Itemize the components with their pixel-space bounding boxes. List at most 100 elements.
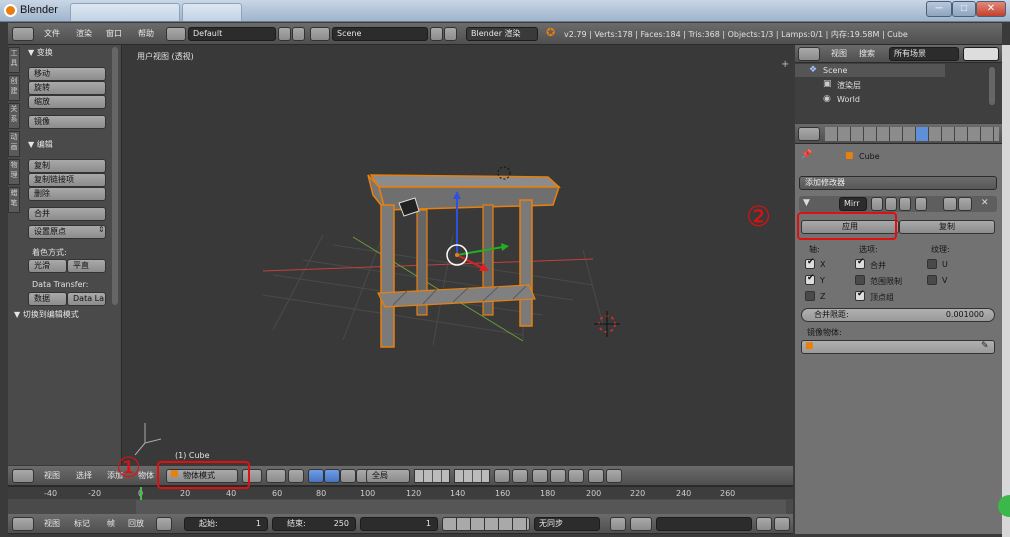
- tool-shelf-scrollbar[interactable]: [112, 47, 118, 305]
- menu-window[interactable]: 窗口: [106, 23, 122, 45]
- timeline-menu-frame[interactable]: 帧: [107, 513, 115, 535]
- menu-render[interactable]: 渲染: [76, 23, 92, 45]
- timeline-menu-marker[interactable]: 标记: [74, 513, 90, 535]
- texture-v-checkbox[interactable]: [927, 275, 937, 285]
- scene-selector[interactable]: Scene: [332, 27, 428, 41]
- frame-start-field[interactable]: 起始: 1: [184, 517, 268, 531]
- menu-help[interactable]: 帮助: [138, 23, 154, 45]
- copy-modifier-button[interactable]: 复制: [899, 220, 995, 234]
- current-frame-field[interactable]: 1: [360, 517, 438, 531]
- transform-panel-header[interactable]: ▼ 变换: [28, 47, 53, 58]
- cube-table-object[interactable]: [367, 174, 561, 348]
- scene-add-button[interactable]: [430, 27, 443, 41]
- outliner-menu-search[interactable]: 搜索: [859, 43, 875, 65]
- opengl-render-anim-icon[interactable]: [606, 469, 622, 483]
- axis-x-checkbox[interactable]: [805, 257, 815, 269]
- delete-button[interactable]: 删除: [28, 187, 106, 201]
- frame-end-field[interactable]: 结束: 250: [272, 517, 356, 531]
- eyedropper-icon[interactable]: ✎: [981, 341, 989, 351]
- viewport-menu-select[interactable]: 选择: [76, 465, 92, 487]
- modifier-viewport-toggle-icon[interactable]: [885, 197, 897, 211]
- editor-type-info-button[interactable]: [12, 27, 34, 41]
- modifier-name-field[interactable]: Mirr: [839, 197, 867, 211]
- delete-keyframe-icon[interactable]: [774, 517, 790, 531]
- option-merge-checkbox[interactable]: [855, 257, 865, 269]
- texture-u-checkbox[interactable]: [927, 259, 937, 269]
- set-origin-dropdown[interactable]: 设置原点: [28, 225, 106, 239]
- record-icon[interactable]: [610, 517, 626, 531]
- pin-icon[interactable]: 📌: [801, 150, 812, 160]
- timeline-menu-playback[interactable]: 回放: [128, 513, 144, 535]
- modifier-cage-toggle-icon[interactable]: [915, 197, 927, 211]
- duplicate-linked-button[interactable]: 复制链接项: [28, 173, 106, 187]
- data-transfer-button[interactable]: 数据: [28, 292, 67, 306]
- layout-remove-button[interactable]: [292, 27, 305, 41]
- keying-set-icon[interactable]: [630, 517, 652, 531]
- rotate-manipulator-icon[interactable]: [324, 469, 340, 483]
- move-up-icon[interactable]: [943, 197, 957, 211]
- menu-file[interactable]: 文件: [44, 23, 60, 45]
- outliner-row-scene[interactable]: [795, 64, 945, 77]
- toggle-editmode-panel-header[interactable]: ▼ 切换到编辑模式: [14, 309, 79, 320]
- viewport-3d[interactable]: 用户视图 (透视) + (1) Cube: [123, 45, 793, 465]
- axis-z-checkbox[interactable]: [805, 291, 815, 301]
- edit-panel-header[interactable]: ▼ 编辑: [28, 139, 53, 150]
- mirror-button[interactable]: 镜像: [28, 115, 106, 129]
- outliner-renderlayer-label[interactable]: 渲染层: [837, 80, 861, 91]
- outliner-search-input[interactable]: [963, 47, 999, 61]
- duplicate-button[interactable]: 复制: [28, 159, 106, 173]
- outliner-menu-view[interactable]: 视图: [831, 43, 847, 65]
- collapse-triangle-icon[interactable]: ▼: [803, 198, 810, 208]
- snap-target-icon[interactable]: [568, 469, 584, 483]
- transform-orientation-selector[interactable]: 全局: [366, 469, 410, 483]
- insert-keyframe-icon[interactable]: [756, 517, 772, 531]
- opengl-render-icon[interactable]: [588, 469, 604, 483]
- render-preview-icon[interactable]: [512, 469, 528, 483]
- snap-icon[interactable]: [550, 469, 566, 483]
- data-transfer-layers-button[interactable]: Data La: [67, 292, 106, 306]
- playback-controls[interactable]: [442, 517, 530, 531]
- scale-button[interactable]: 缩放: [28, 95, 106, 109]
- editor-type-3d-button[interactable]: [12, 469, 34, 483]
- lock-layers-icon[interactable]: [494, 469, 510, 483]
- layers-grid-1[interactable]: [414, 469, 450, 483]
- rotate-button[interactable]: 旋转: [28, 81, 106, 95]
- layout-icon[interactable]: [166, 27, 186, 41]
- active-keying-set-field[interactable]: [656, 517, 752, 531]
- modifier-render-toggle-icon[interactable]: [871, 197, 883, 211]
- scene-icon[interactable]: [310, 27, 330, 41]
- modifier-tab-wrench-icon[interactable]: [916, 127, 928, 141]
- merge-limit-field[interactable]: 合并限距: 0.001000: [801, 308, 995, 322]
- option-clipping-checkbox[interactable]: [855, 275, 865, 285]
- pivot-point-button[interactable]: [266, 469, 286, 483]
- move-button[interactable]: 移动: [28, 67, 106, 81]
- 3d-cursor-icon[interactable]: [594, 311, 620, 337]
- tab-animation[interactable]: 动画: [8, 131, 20, 157]
- background-tab-2[interactable]: [182, 3, 242, 21]
- tab-relations[interactable]: 关系: [8, 103, 20, 129]
- scale-manipulator-icon[interactable]: [340, 469, 356, 483]
- translate-manipulator-icon[interactable]: [308, 469, 324, 483]
- render-engine-selector[interactable]: Blender 渲染: [466, 27, 538, 41]
- properties-context-tabs[interactable]: [825, 127, 999, 141]
- outliner-scrollbar[interactable]: [989, 67, 995, 105]
- tab-tools[interactable]: 工具: [8, 47, 20, 73]
- timeline-area[interactable]: -40 -20 0 20 40 60 80 100 120 140 160 18…: [8, 486, 793, 515]
- timeline-menu-view[interactable]: 视图: [44, 513, 60, 535]
- preview-range-icon[interactable]: [156, 517, 172, 531]
- background-tab[interactable]: [70, 3, 180, 21]
- close-button[interactable]: ✕: [976, 1, 1006, 17]
- sync-mode-selector[interactable]: 无同步: [534, 517, 600, 531]
- editor-type-properties-button[interactable]: [798, 127, 820, 141]
- move-down-icon[interactable]: [958, 197, 972, 211]
- tab-physics[interactable]: 物理: [8, 159, 20, 185]
- minimize-button[interactable]: ─: [926, 1, 952, 17]
- mirror-object-field[interactable]: [801, 340, 995, 354]
- outliner-scene-label[interactable]: Scene: [823, 66, 847, 75]
- axis-y-checkbox[interactable]: [805, 273, 815, 285]
- layers-grid-2[interactable]: [454, 469, 490, 483]
- shading-smooth-button[interactable]: 光滑: [28, 259, 67, 273]
- remove-modifier-close-icon[interactable]: ✕: [981, 198, 989, 208]
- viewport-menu-view[interactable]: 视图: [44, 465, 60, 487]
- scene-remove-button[interactable]: [444, 27, 457, 41]
